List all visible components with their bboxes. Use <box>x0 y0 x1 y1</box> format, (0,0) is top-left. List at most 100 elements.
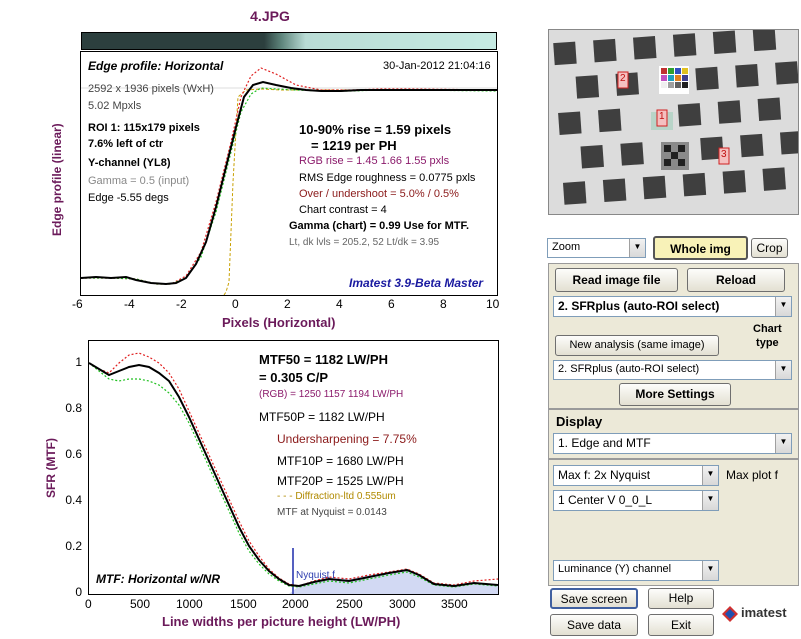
channel-select-value: Luminance (Y) channel <box>558 563 672 575</box>
roi-marker-2[interactable]: 2 <box>620 73 626 84</box>
edge-plot-heading: Edge profile: Horizontal <box>88 59 224 73</box>
reload-button[interactable]: Reload <box>687 268 785 292</box>
thumbnail-svg <box>549 30 798 214</box>
mtf-x-tick: 1500 <box>230 597 257 611</box>
mtf-x-tick: 2500 <box>336 597 363 611</box>
maxf-select[interactable]: Max f: 2x Nyquist ▼ <box>553 465 719 486</box>
read-image-button[interactable]: Read image file <box>555 268 678 292</box>
sfrplus-select-value: 2. SFRplus (auto-ROI select) <box>558 299 720 313</box>
mtf-plot: MTF50 = 1182 LW/PH = 0.305 C/P (RGB) = 1… <box>88 340 499 595</box>
rgb-rise: RGB rise = 1.45 1.66 1.55 pxls <box>299 155 450 167</box>
mtf-at-nyquist: MTF at Nyquist = 0.0143 <box>277 507 387 518</box>
channel-info: Y-channel (YL8) <box>88 157 171 169</box>
chevron-down-icon: ▼ <box>775 297 791 316</box>
undersharpening: Undersharpening = 7.75% <box>277 432 417 446</box>
display-select[interactable]: 1. Edge and MTF ▼ <box>553 433 792 454</box>
chart-contrast: Chart contrast = 4 <box>299 204 387 216</box>
mtf-y-ticks: 1 0.8 0.6 0.4 0.2 0 <box>60 340 86 599</box>
channel-select[interactable]: Luminance (Y) channel ▼ <box>553 560 719 581</box>
mtf-plot-footer: MTF: Horizontal w/NR <box>96 572 220 586</box>
save-screen-button[interactable]: Save screen <box>550 588 638 609</box>
zoom-select-value: Zoom <box>552 241 581 253</box>
display-label: Display <box>556 414 603 429</box>
new-analysis-button[interactable]: New analysis (same image) <box>555 335 719 356</box>
gamma-chart: Gamma (chart) = 0.99 Use for MTF. <box>289 220 470 232</box>
mtf-y-tick: 0.2 <box>65 539 82 553</box>
mtf-x-axis-label: Line widths per picture height (LW/PH) <box>162 614 401 629</box>
roi-size: ROI 1: 115x179 pixels <box>88 122 200 134</box>
edge-x-tick: 6 <box>388 297 395 311</box>
mtf-x-tick: 3500 <box>441 597 468 611</box>
chart-select-value: 2. SFRplus (auto-ROI select) <box>558 363 700 375</box>
exit-button[interactable]: Exit <box>648 614 714 636</box>
edge-x-tick: -6 <box>72 297 83 311</box>
edge-x-tick: -4 <box>124 297 135 311</box>
chart-type-label: Chart type <box>753 323 782 349</box>
diffraction: - - - Diffraction-ltd 0.555um <box>277 491 396 502</box>
edge-x-tick: 0 <box>232 297 239 311</box>
mtf20p: MTF20P = 1525 LW/PH <box>277 474 404 488</box>
window-title: 4.JPG <box>250 8 290 24</box>
roi-select-value: 1 Center V 0_0_L <box>558 493 653 507</box>
edge-plot-footer: Imatest 3.9-Beta Master <box>349 276 484 290</box>
mtf-x-ticks: 0 500 1000 1500 2000 2500 3000 3500 <box>85 597 497 613</box>
mtf-y-tick: 0 <box>75 585 82 599</box>
mtf50: MTF50 = 1182 LW/PH <box>259 352 388 367</box>
edge-x-tick: 10 <box>486 297 500 311</box>
max-plot-label: Max plot f <box>726 468 779 482</box>
mtf-cp: = 0.305 C/P <box>259 370 329 385</box>
whole-img-button[interactable]: Whole img <box>653 236 748 260</box>
chevron-down-icon: ▼ <box>775 434 791 453</box>
save-data-button[interactable]: Save data <box>550 614 638 636</box>
mtf-y-tick: 0.4 <box>65 493 82 507</box>
chevron-down-icon: ▼ <box>775 361 791 379</box>
chart-select[interactable]: 2. SFRplus (auto-ROI select) ▼ <box>553 360 792 380</box>
roi-position: 7.6% left of ctr <box>88 138 164 150</box>
edge-y-axis-label: Edge profile (linear) <box>50 123 64 236</box>
edge-x-tick: 4 <box>336 297 343 311</box>
maxf-select-value: Max f: 2x Nyquist <box>558 468 651 482</box>
chevron-down-icon: ▼ <box>702 561 718 580</box>
chevron-down-icon: ▼ <box>629 239 645 257</box>
imatest-logo-text: imatest <box>741 605 787 620</box>
roi-marker-3[interactable]: 3 <box>721 149 727 160</box>
edge-profile-plot: Edge profile: Horizontal 30-Jan-2012 21:… <box>80 51 498 296</box>
edge-x-axis-label: Pixels (Horizontal) <box>222 315 336 330</box>
imatest-logo: imatest <box>722 603 800 623</box>
mtf-x-tick: 3000 <box>389 597 416 611</box>
display-panel: Display 1. Edge and MTF ▼ <box>548 409 799 459</box>
edge-plot-date: 30-Jan-2012 21:04:16 <box>383 60 491 72</box>
edge-x-tick: 8 <box>440 297 447 311</box>
zoom-select[interactable]: Zoom ▼ <box>547 238 646 258</box>
help-button[interactable]: Help <box>648 588 714 609</box>
display-select-value: 1. Edge and MTF <box>558 436 651 450</box>
mtf50p: MTF50P = 1182 LW/PH <box>259 410 385 424</box>
edge-angle: Edge -5.55 degs <box>88 192 169 204</box>
edge-x-tick: 2 <box>284 297 291 311</box>
sfrplus-select[interactable]: 2. SFRplus (auto-ROI select) ▼ <box>553 296 792 317</box>
edge-x-tick: -2 <box>176 297 187 311</box>
rise-per-ph: = 1219 per PH <box>311 138 397 153</box>
mtf-x-tick: 0 <box>85 597 92 611</box>
image-size: 2592 x 1936 pixels (WxH) <box>88 83 214 95</box>
roi-select[interactable]: 1 Center V 0_0_L ▼ <box>553 490 719 511</box>
edge-x-ticks: -6 -4 -2 0 2 4 6 8 10 <box>72 297 500 313</box>
chevron-down-icon: ▼ <box>702 466 718 485</box>
mtf-y-tick: 0.6 <box>65 447 82 461</box>
imatest-logo-icon <box>722 606 738 622</box>
roi-marker-1[interactable]: 1 <box>659 111 665 122</box>
image-thumbnail[interactable]: 2 1 3 <box>548 29 799 215</box>
gamma-input: Gamma = 0.5 (input) <box>88 175 190 187</box>
more-settings-button[interactable]: More Settings <box>619 383 731 406</box>
mpxls: 5.02 Mpxls <box>88 100 142 112</box>
overshoot: Over / undershoot = 5.0% / 0.5% <box>299 188 459 200</box>
mtf-x-tick: 2000 <box>282 597 309 611</box>
mtf-x-tick: 1000 <box>176 597 203 611</box>
analysis-panel: Read image file Reload 2. SFRplus (auto-… <box>548 263 799 409</box>
mtf-y-tick: 0.8 <box>65 401 82 415</box>
crop-button[interactable]: Crop <box>751 238 788 258</box>
rise-value: 10-90% rise = 1.59 pixels <box>299 122 452 137</box>
rms-roughness: RMS Edge roughness = 0.0775 pxls <box>299 172 476 184</box>
mtf10p: MTF10P = 1680 LW/PH <box>277 454 404 468</box>
mtf-x-tick: 500 <box>130 597 151 611</box>
